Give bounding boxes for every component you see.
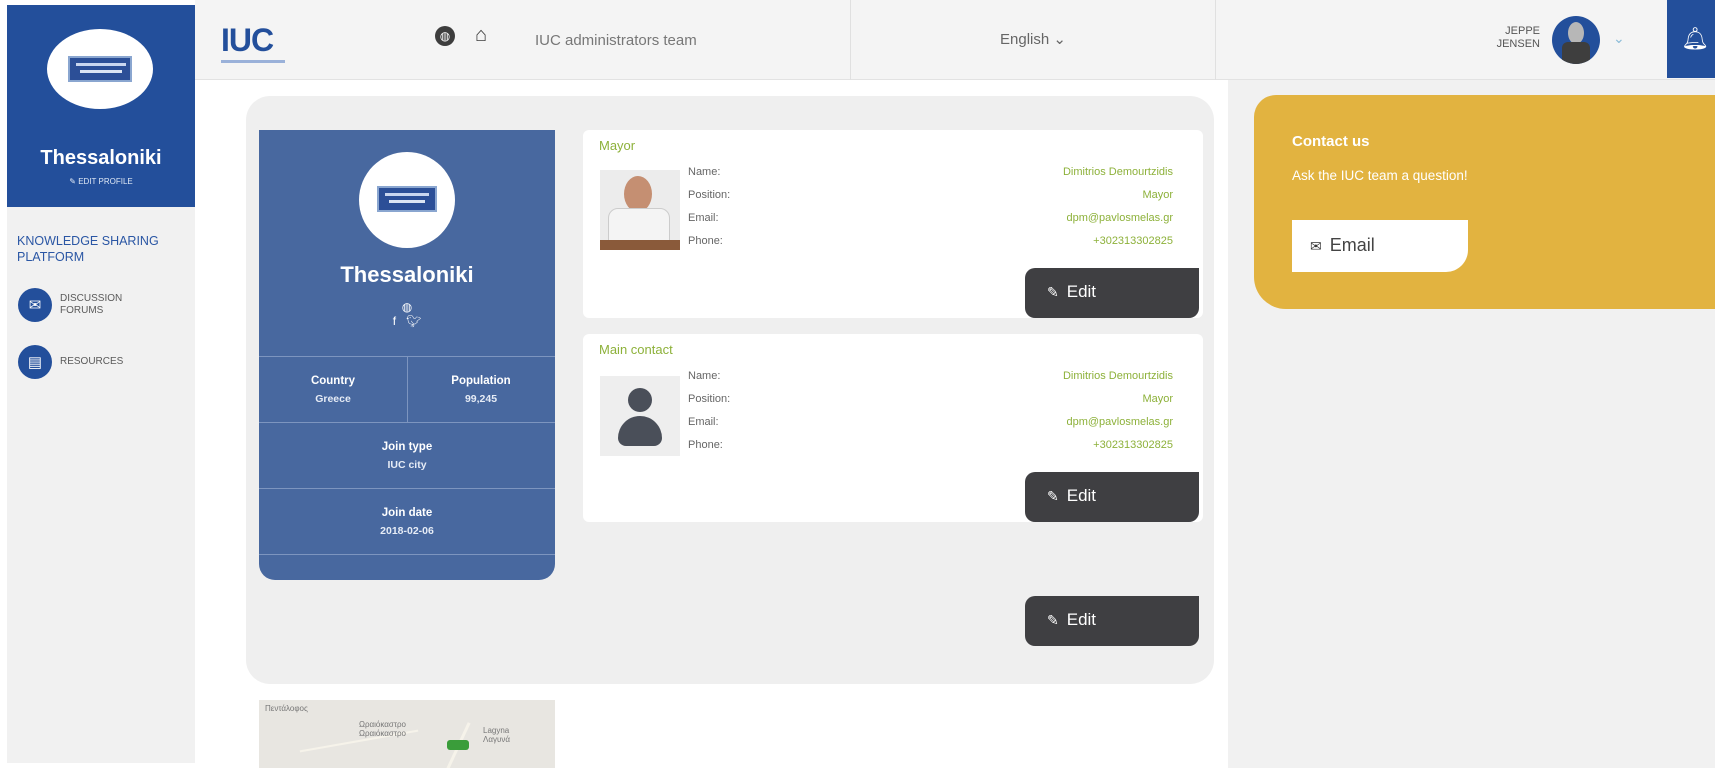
contact-name: Dimitrios Demourtzidis: [1062, 370, 1173, 382]
social-links: ◍ f 🐦︎: [259, 300, 555, 328]
email-label: Email:: [688, 212, 719, 224]
divider: [1215, 0, 1216, 80]
language-selector[interactable]: English ⌄: [1000, 30, 1066, 48]
sidebar-city-name: Thessaloniki: [40, 147, 162, 169]
sidebar-item-resources[interactable]: ▤ RESOURCES: [18, 345, 123, 379]
sidebar-item-label: DISCUSSION FORUMS: [60, 293, 123, 316]
phone-label: Phone:: [688, 235, 723, 247]
edit-icon: ✎: [1047, 284, 1059, 300]
mayor-email[interactable]: dpm@pavlosmelas.gr: [1066, 212, 1173, 224]
divider: [259, 554, 555, 555]
edit-icon: ✎: [1047, 488, 1059, 504]
edit-contact-button[interactable]: ✎ Edit: [1025, 472, 1199, 522]
sidebar-item-discussion-forums[interactable]: ✉ DISCUSSION FORUMS: [18, 288, 130, 322]
name-label: Name:: [688, 370, 721, 382]
email-label: Email:: [688, 416, 719, 428]
position-label: Position:: [688, 393, 731, 405]
sidebar: Thessaloniki ✎ EDIT PROFILE KNOWLEDGE SH…: [7, 5, 195, 763]
city-name: Thessaloniki: [340, 262, 474, 287]
join-date-cell: Join date 2018-02-06: [259, 488, 555, 554]
avatar[interactable]: [1552, 16, 1600, 64]
chevron-down-icon: ⌄: [1053, 31, 1066, 48]
city-logo: [359, 152, 455, 248]
country-cell: Country Greece: [259, 356, 407, 422]
city-profile-card: Thessaloniki ◍ f 🐦︎ Country Greece Popul…: [259, 130, 555, 580]
name-label: Name:: [688, 166, 721, 178]
map-label: Lagyna Λαγυνά: [483, 726, 510, 744]
globe-icon[interactable]: ◍: [435, 26, 455, 46]
divider: [407, 356, 408, 422]
edit-mayor-button[interactable]: ✎ Edit: [1025, 268, 1199, 318]
team-name: IUC administrators team: [535, 32, 697, 49]
envelope-icon: ✉: [1310, 238, 1322, 254]
divider: [850, 0, 851, 80]
user-name[interactable]: JEPPE JENSEN: [1480, 25, 1540, 51]
sidebar-item-label: RESOURCES: [60, 356, 124, 367]
sidebar-profile-header: Thessaloniki ✎ EDIT PROFILE: [7, 5, 195, 207]
city-map[interactable]: Πεντάλοφος Ωραιόκαστρο Ωραιόκαστρο Lagyn…: [259, 700, 555, 768]
chevron-down-icon[interactable]: ⌄: [1613, 30, 1625, 47]
mayor-name: Dimitrios Demourtzidis: [1062, 166, 1173, 178]
contact-us-title: Contact us: [1292, 133, 1370, 150]
email-button[interactable]: ✉ Email: [1292, 220, 1468, 272]
contact-email[interactable]: dpm@pavlosmelas.gr: [1066, 416, 1173, 428]
document-icon: ▤: [18, 345, 52, 379]
mayor-position: Mayor: [1142, 189, 1173, 201]
edit-profile-link[interactable]: ✎ EDIT PROFILE: [7, 177, 195, 186]
chat-icon: ✉: [18, 288, 52, 322]
twitter-icon[interactable]: 🐦︎: [406, 314, 421, 328]
edit-icon: ✎: [1047, 612, 1059, 628]
facebook-icon[interactable]: f: [393, 314, 396, 328]
map-label: Πεντάλοφος: [265, 704, 308, 713]
mayor-photo: [600, 170, 680, 250]
card-title: Main contact: [599, 342, 673, 357]
contact-photo: [600, 376, 680, 456]
mayor-phone: +302313302825: [1093, 235, 1173, 247]
contact-us-panel: Contact us Ask the IUC team a question! …: [1254, 95, 1715, 309]
home-icon[interactable]: ⌂: [475, 24, 487, 47]
edit-icon: ✎: [69, 177, 79, 186]
join-type-cell: Join type IUC city: [259, 422, 555, 488]
sidebar-section-title: KNOWLEDGE SHARING PLATFORM: [17, 234, 159, 264]
phone-label: Phone:: [688, 439, 723, 451]
map-label: Ωραιόκαστρο Ωραιόκαστρο: [359, 720, 407, 738]
population-cell: Population 99,245: [407, 356, 555, 422]
edit-button[interactable]: ✎ Edit: [1025, 596, 1199, 646]
map-marker-icon: [447, 740, 469, 750]
card-title: Mayor: [599, 138, 636, 153]
position-label: Position:: [688, 189, 731, 201]
brand-logo[interactable]: IUC: [221, 22, 285, 63]
contact-us-subtitle: Ask the IUC team a question!: [1292, 168, 1468, 183]
city-logo: [47, 29, 153, 109]
contact-position: Mayor: [1142, 393, 1173, 405]
top-bar: IUC ◍ ⌂ IUC administrators team English …: [195, 0, 1715, 80]
bell-icon[interactable]: 🔔︎: [1667, 0, 1715, 78]
contact-phone: +302313302825: [1093, 439, 1173, 451]
globe-icon[interactable]: ◍: [259, 300, 555, 314]
